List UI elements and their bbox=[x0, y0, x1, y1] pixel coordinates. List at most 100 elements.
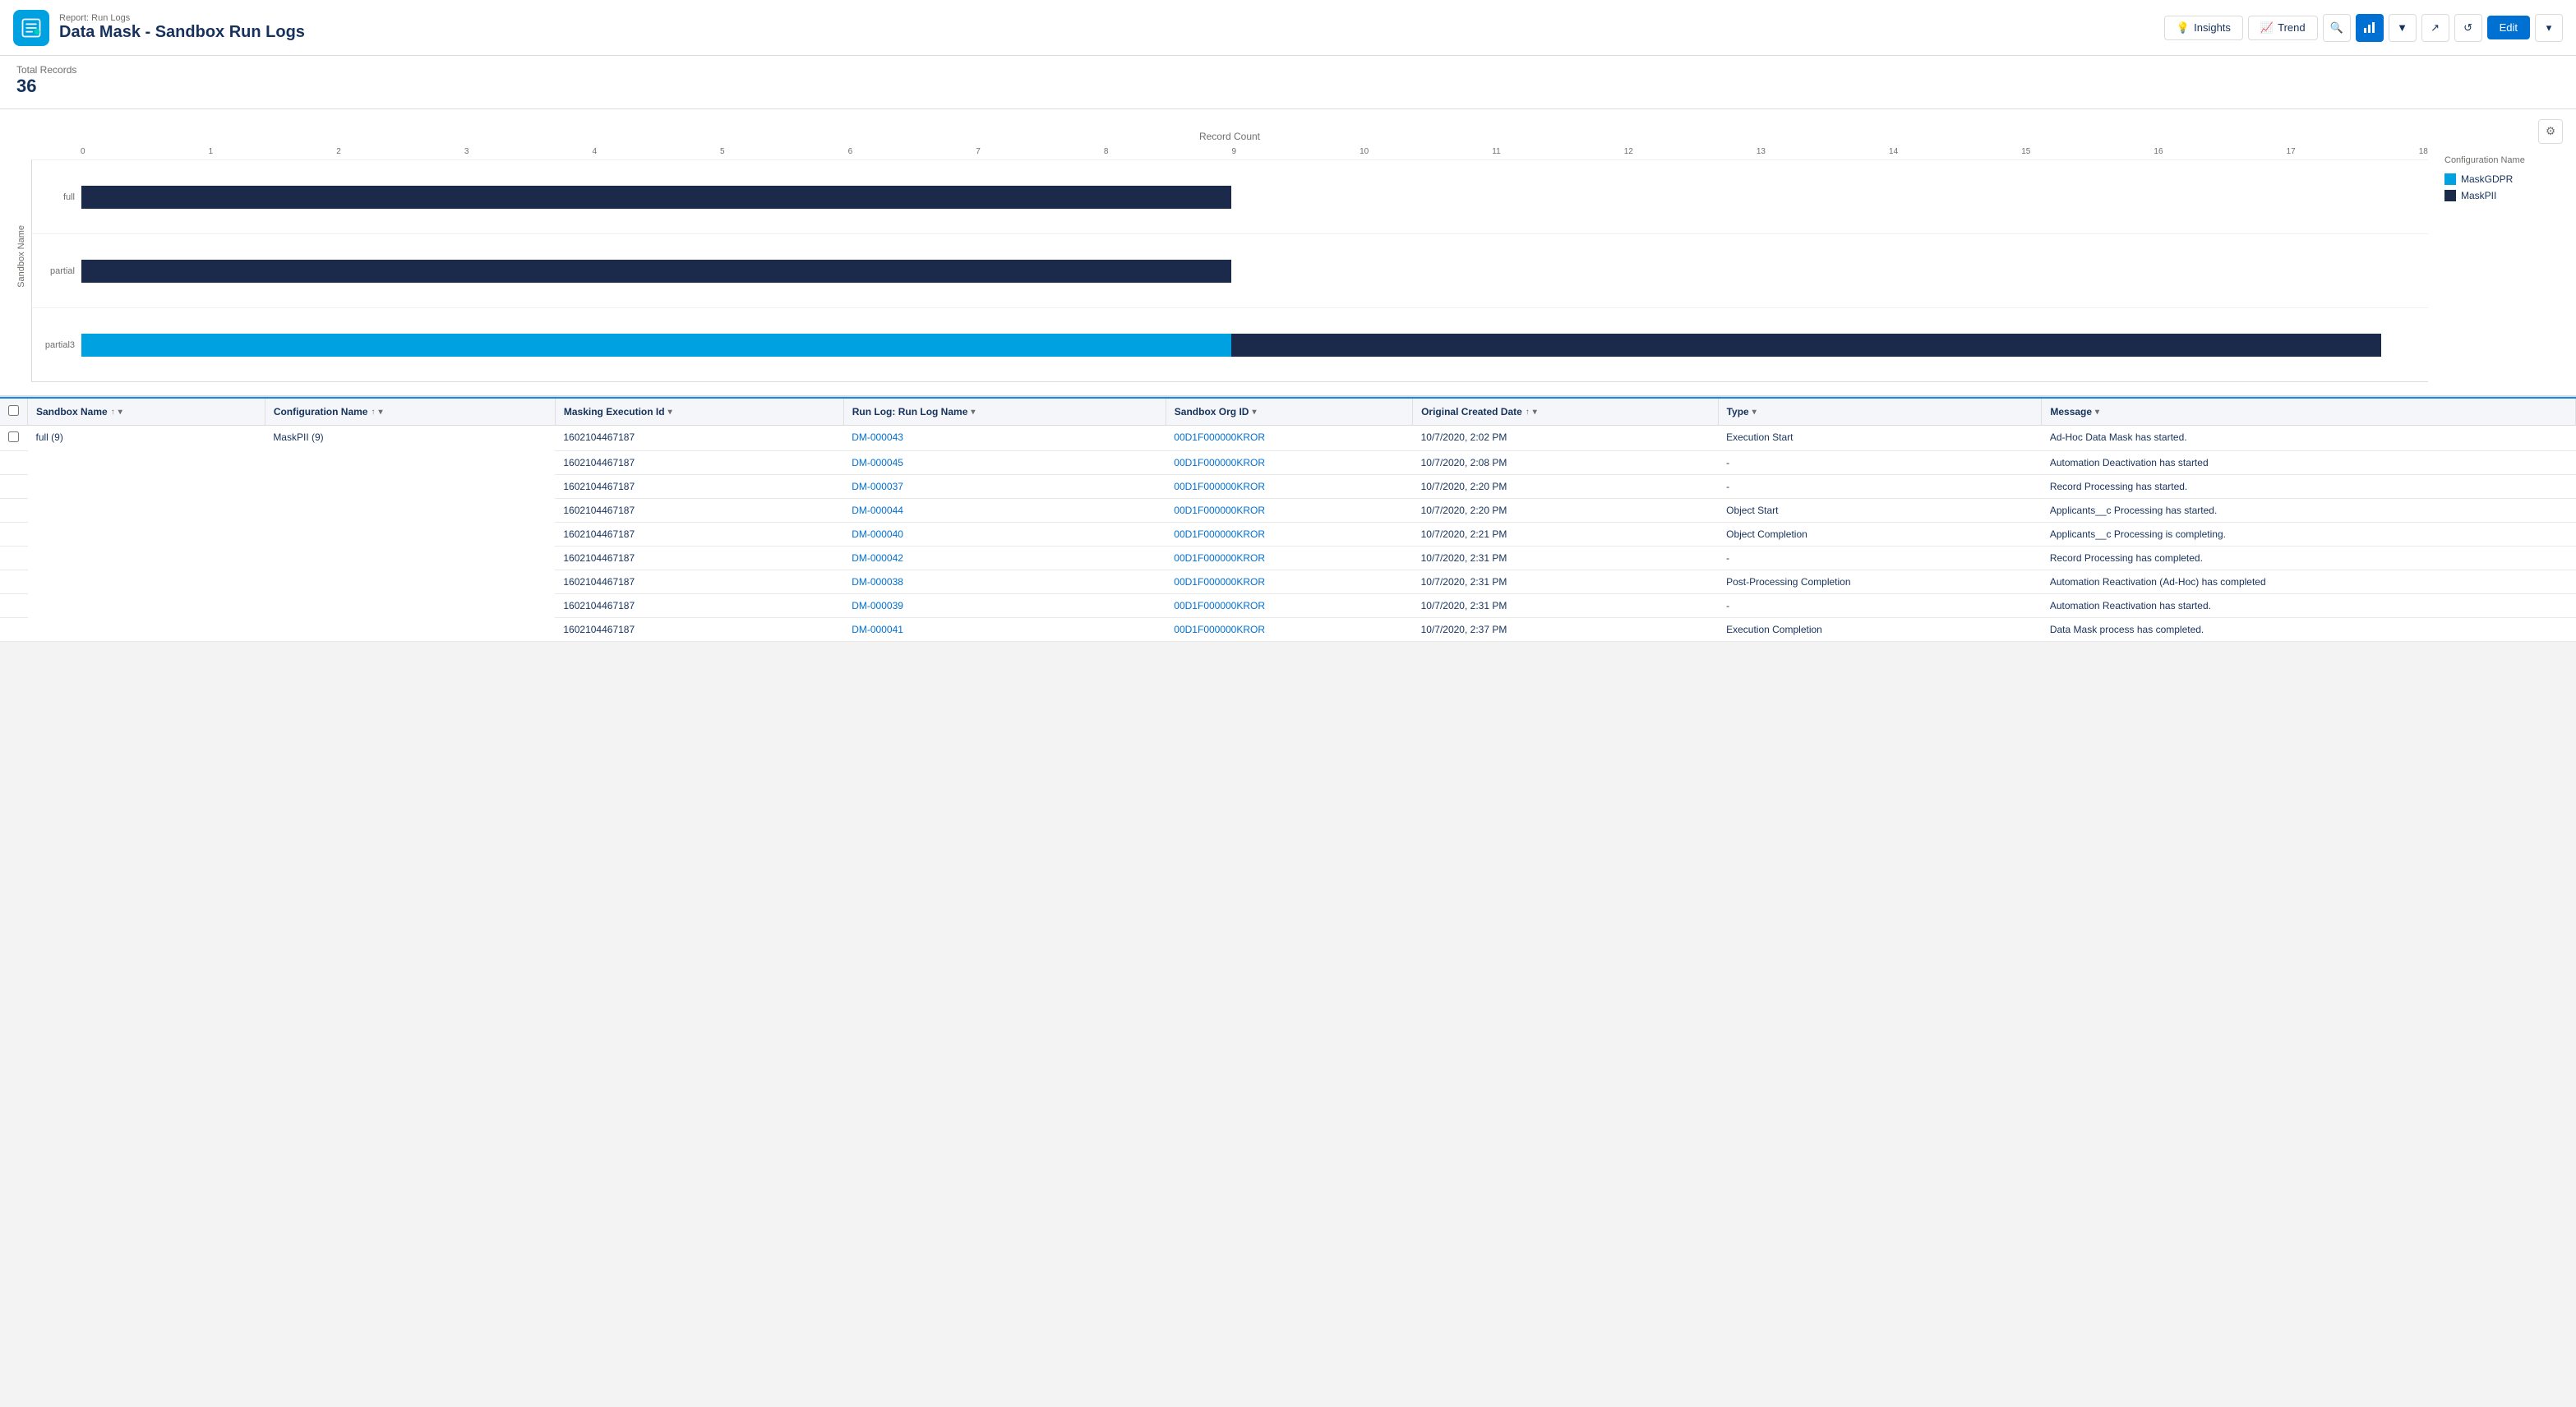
sandbox-org-id-link[interactable]: 00D1F000000KROR bbox=[1174, 576, 1265, 588]
created-date-cell: 10/7/2020, 2:31 PM bbox=[1413, 594, 1719, 618]
chart-row-label-partial: partial bbox=[32, 266, 81, 276]
created-date-cell: 10/7/2020, 2:08 PM bbox=[1413, 451, 1719, 475]
run-log-name-link[interactable]: DM-000038 bbox=[852, 576, 903, 588]
sandbox-org-id-cell[interactable]: 00D1F000000KROR bbox=[1166, 618, 1412, 642]
exec-id-cell: 1602104467187 bbox=[555, 618, 843, 642]
run-log-name-link[interactable]: DM-000041 bbox=[852, 624, 903, 635]
run-log-name-cell[interactable]: DM-000040 bbox=[843, 523, 1166, 547]
exec-id-cell: 1602104467187 bbox=[555, 499, 843, 523]
run-log-name-link[interactable]: DM-000044 bbox=[852, 505, 903, 516]
report-subtitle: Report: Run Logs bbox=[59, 13, 305, 23]
row-checkbox-cell bbox=[0, 475, 28, 499]
filter-icon-type[interactable]: ▾ bbox=[1752, 408, 1757, 417]
run-log-name-cell[interactable]: DM-000038 bbox=[843, 570, 1166, 594]
chart-bar-full-dark bbox=[81, 186, 1231, 209]
sandbox-org-id-cell[interactable]: 00D1F000000KROR bbox=[1166, 547, 1412, 570]
chart-button[interactable] bbox=[2356, 14, 2384, 42]
row-checkbox-cell bbox=[0, 594, 28, 618]
run-log-name-link[interactable]: DM-000043 bbox=[852, 431, 903, 443]
share-button[interactable]: ↗ bbox=[2421, 14, 2449, 42]
sandbox-org-id-cell[interactable]: 00D1F000000KROR bbox=[1166, 451, 1412, 475]
data-table: Sandbox Name ↑ ▾ Configuration Name ↑ ▾ … bbox=[0, 397, 2576, 642]
filter-icon-message[interactable]: ▾ bbox=[2095, 408, 2099, 417]
chart-bar-partial3-dark bbox=[1231, 334, 2381, 357]
total-records-value: 36 bbox=[16, 76, 2560, 97]
chart-bar-partial3-blue bbox=[81, 334, 1231, 357]
sandbox-org-id-link[interactable]: 00D1F000000KROR bbox=[1174, 624, 1265, 635]
sandbox-org-id-link[interactable]: 00D1F000000KROR bbox=[1174, 552, 1265, 564]
chart-bars-area-full bbox=[81, 179, 2428, 215]
filter-icon-sandbox-name[interactable]: ▾ bbox=[118, 408, 122, 417]
chart-row-label-partial3: partial3 bbox=[32, 340, 81, 350]
run-log-name-link[interactable]: DM-000039 bbox=[852, 600, 903, 611]
run-log-name-cell[interactable]: DM-000045 bbox=[843, 451, 1166, 475]
message-cell: Automation Deactivation has started bbox=[2042, 451, 2576, 475]
message-cell: Automation Reactivation (Ad-Hoc) has com… bbox=[2042, 570, 2576, 594]
exec-id-cell: 1602104467187 bbox=[555, 475, 843, 499]
message-cell: Automation Reactivation has started. bbox=[2042, 594, 2576, 618]
filter-icon-sandbox-org-id[interactable]: ▾ bbox=[1252, 408, 1256, 417]
legend-label-maskgdpr: MaskGDPR bbox=[2461, 173, 2513, 185]
chart-bar-wrap-partial3 bbox=[81, 334, 2428, 357]
sandbox-org-id-link[interactable]: 00D1F000000KROR bbox=[1174, 600, 1265, 611]
sort-icon-config-name[interactable]: ↑ bbox=[371, 408, 375, 417]
header-left: Report: Run Logs Data Mask - Sandbox Run… bbox=[13, 10, 305, 46]
sort-icon-sandbox-name[interactable]: ↑ bbox=[111, 408, 115, 417]
run-log-name-cell[interactable]: DM-000041 bbox=[843, 618, 1166, 642]
run-log-name-cell[interactable]: DM-000042 bbox=[843, 547, 1166, 570]
legend-item-maskgdpr: MaskGDPR bbox=[2444, 173, 2560, 185]
sandbox-org-id-link[interactable]: 00D1F000000KROR bbox=[1174, 431, 1265, 443]
filter-icon-created-date[interactable]: ▾ bbox=[1533, 408, 1537, 417]
filter-icon-exec-id[interactable]: ▾ bbox=[668, 408, 672, 417]
sandbox-org-id-link[interactable]: 00D1F000000KROR bbox=[1174, 457, 1265, 468]
sandbox-name-cell: full (9) bbox=[28, 426, 265, 642]
col-header-sandbox-org-id: Sandbox Org ID ▾ bbox=[1166, 398, 1412, 426]
chart-x-axis: 0 1 2 3 4 5 6 7 8 9 10 11 12 13 14 15 16… bbox=[31, 147, 2428, 156]
chart-settings-button[interactable]: ⚙ bbox=[2538, 119, 2563, 144]
sandbox-org-id-cell[interactable]: 00D1F000000KROR bbox=[1166, 570, 1412, 594]
filter-button[interactable]: ▼ bbox=[2389, 14, 2417, 42]
select-all-checkbox[interactable] bbox=[8, 405, 19, 416]
run-log-name-cell[interactable]: DM-000043 bbox=[843, 426, 1166, 451]
exec-id-cell: 1602104467187 bbox=[555, 451, 843, 475]
sandbox-org-id-link[interactable]: 00D1F000000KROR bbox=[1174, 528, 1265, 540]
sandbox-org-id-link[interactable]: 00D1F000000KROR bbox=[1174, 505, 1265, 516]
chart-bar-wrap-partial bbox=[81, 260, 2428, 283]
refresh-button[interactable]: ↺ bbox=[2454, 14, 2482, 42]
row-checkbox-cell bbox=[0, 523, 28, 547]
insights-icon: 💡 bbox=[2177, 21, 2190, 35]
sandbox-org-id-link[interactable]: 00D1F000000KROR bbox=[1174, 481, 1265, 492]
table-row: full (9)MaskPII (9)1602104467187DM-00004… bbox=[0, 426, 2576, 451]
run-log-name-link[interactable]: DM-000040 bbox=[852, 528, 903, 540]
run-log-name-cell[interactable]: DM-000044 bbox=[843, 499, 1166, 523]
insights-button[interactable]: 💡 Insights bbox=[2164, 16, 2243, 40]
sandbox-org-id-cell[interactable]: 00D1F000000KROR bbox=[1166, 475, 1412, 499]
run-log-name-cell[interactable]: DM-000037 bbox=[843, 475, 1166, 499]
run-log-name-link[interactable]: DM-000045 bbox=[852, 457, 903, 468]
row-checkbox[interactable] bbox=[8, 431, 19, 442]
trend-button[interactable]: 📈 Trend bbox=[2248, 16, 2318, 40]
chart-icon bbox=[2363, 21, 2376, 35]
sandbox-org-id-cell[interactable]: 00D1F000000KROR bbox=[1166, 426, 1412, 451]
edit-button[interactable]: Edit bbox=[2487, 16, 2530, 39]
run-log-name-link[interactable]: DM-000042 bbox=[852, 552, 903, 564]
message-cell: Data Mask process has completed. bbox=[2042, 618, 2576, 642]
row-checkbox-cell bbox=[0, 618, 28, 642]
sort-icon-created-date[interactable]: ↑ bbox=[1526, 408, 1530, 417]
sandbox-org-id-cell[interactable]: 00D1F000000KROR bbox=[1166, 523, 1412, 547]
filter-icon-config-name[interactable]: ▾ bbox=[378, 408, 382, 417]
chart-bar-partial-dark bbox=[81, 260, 1231, 283]
created-date-cell: 10/7/2020, 2:31 PM bbox=[1413, 547, 1719, 570]
sandbox-org-id-cell[interactable]: 00D1F000000KROR bbox=[1166, 499, 1412, 523]
filter-icon-run-log-name[interactable]: ▾ bbox=[971, 408, 975, 417]
search-button[interactable]: 🔍 bbox=[2323, 14, 2351, 42]
sandbox-org-id-cell[interactable]: 00D1F000000KROR bbox=[1166, 594, 1412, 618]
chart-title: Record Count bbox=[31, 131, 2428, 142]
dropdown-button[interactable]: ▾ bbox=[2535, 14, 2563, 42]
header-title-block: Report: Run Logs Data Mask - Sandbox Run… bbox=[59, 13, 305, 42]
checkbox-col-header[interactable] bbox=[0, 398, 28, 426]
run-log-name-cell[interactable]: DM-000039 bbox=[843, 594, 1166, 618]
run-log-name-link[interactable]: DM-000037 bbox=[852, 481, 903, 492]
row-checkbox-cell bbox=[0, 499, 28, 523]
message-cell: Applicants__c Processing has started. bbox=[2042, 499, 2576, 523]
